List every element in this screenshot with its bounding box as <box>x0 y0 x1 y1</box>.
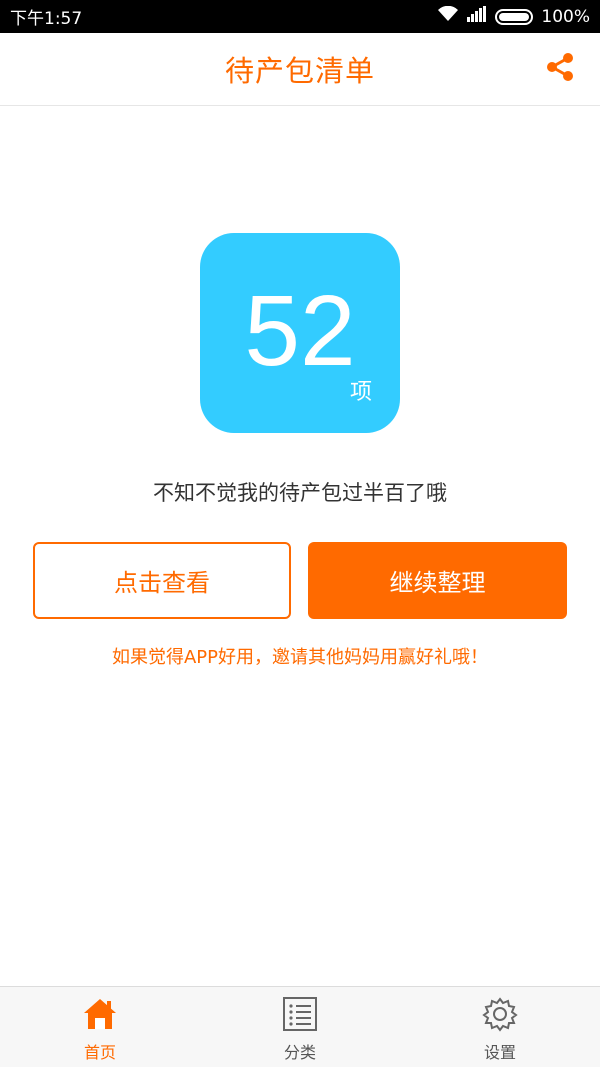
home-icon <box>81 995 119 1033</box>
status-time: 下午1:57 <box>10 9 83 29</box>
tab-category[interactable]: 分类 <box>200 987 400 1067</box>
tab-home[interactable]: 首页 <box>0 987 200 1067</box>
tab-home-label: 首页 <box>83 1043 116 1062</box>
battery-percent: 100% <box>541 6 590 27</box>
list-icon <box>281 995 319 1033</box>
share-button[interactable] <box>542 51 578 87</box>
tab-category-label: 分类 <box>283 1043 316 1062</box>
share-icon <box>543 50 577 88</box>
signal-icon <box>467 6 487 27</box>
continue-organizing-button[interactable]: 继续整理 <box>308 542 567 619</box>
status-indicators: 100% <box>437 5 590 27</box>
page-title: 待产包清单 <box>224 54 375 88</box>
summary-message: 不知不觉我的待产包过半百了哦 <box>153 481 447 505</box>
battery-icon <box>495 8 534 25</box>
bottom-tab-bar: 首页 分类 设置 <box>0 986 600 1067</box>
app-header: 待产包清单 <box>0 33 600 106</box>
app-screen: 下午1:57 100% 待产包清单 52 项 不知不觉我的待产包过半百了哦 点击… <box>0 0 600 1067</box>
gear-icon <box>481 995 519 1033</box>
view-list-button[interactable]: 点击查看 <box>33 542 291 619</box>
item-count-unit: 项 <box>350 380 373 405</box>
status-bar: 下午1:57 100% <box>0 0 600 33</box>
invite-link[interactable]: 如果觉得APP好用，邀请其他妈妈用赢好礼哦！ <box>0 643 600 669</box>
tab-settings[interactable]: 设置 <box>400 987 600 1067</box>
tab-settings-label: 设置 <box>483 1043 516 1062</box>
wifi-icon <box>437 5 459 27</box>
item-count: 52 <box>244 275 356 387</box>
